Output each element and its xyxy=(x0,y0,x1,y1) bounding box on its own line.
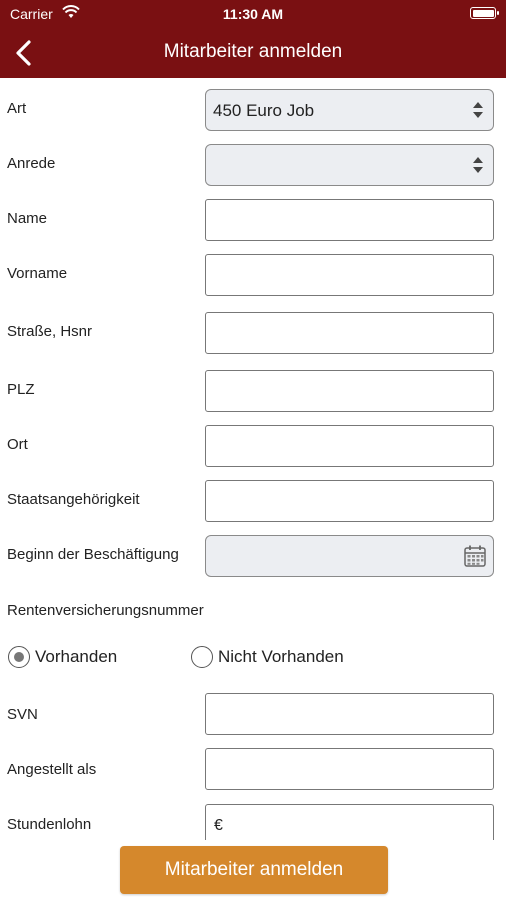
plz-label: PLZ xyxy=(7,381,35,398)
radio-nicht-vorhanden-circle[interactable] xyxy=(191,646,213,668)
plz-input[interactable] xyxy=(205,370,494,412)
strasse-label: Straße, Hsnr xyxy=(7,323,93,340)
calendar-icon[interactable] xyxy=(463,544,487,568)
stundenlohn-input[interactable]: € xyxy=(205,804,494,840)
staatsangehoerigkeit-input[interactable] xyxy=(205,480,494,522)
nav-bar: Mitarbeiter anmelden xyxy=(0,28,506,78)
name-label: Name xyxy=(7,210,48,227)
radio-vorhanden[interactable]: Vorhanden xyxy=(8,645,148,669)
status-time: 11:30 AM xyxy=(222,6,284,22)
beginn-label: Beginn der Beschäftigung xyxy=(7,546,179,563)
art-select-value: 450 Euro Job xyxy=(213,101,315,120)
ort-label: Ort xyxy=(7,436,28,453)
anrede-select[interactable] xyxy=(205,144,494,186)
art-label: Art xyxy=(7,100,27,117)
status-bar: Carrier 11:30 AM xyxy=(0,0,506,28)
radio-vorhanden-label: Vorhanden xyxy=(35,647,118,666)
rentenversicherung-heading: Rentenversicherungsnummer xyxy=(7,602,204,619)
anrede-label: Anrede xyxy=(7,155,56,172)
art-select[interactable]: 450 Euro Job xyxy=(205,89,494,131)
angestellt-input[interactable] xyxy=(205,748,494,790)
submit-button[interactable]: Mitarbeiter anmelden xyxy=(120,846,388,894)
radio-vorhanden-circle[interactable] xyxy=(8,646,30,668)
battery-icon xyxy=(470,7,499,19)
vorname-label: Vorname xyxy=(7,265,68,282)
radio-nicht-vorhanden-label: Nicht Vorhanden xyxy=(218,647,344,666)
radio-nicht-vorhanden[interactable]: Nicht Vorhanden xyxy=(191,645,381,669)
beginn-date-picker[interactable] xyxy=(205,535,494,577)
page-title: Mitarbeiter anmelden xyxy=(163,41,343,62)
vorname-input[interactable] xyxy=(205,254,494,296)
ort-input[interactable] xyxy=(205,425,494,467)
name-input[interactable] xyxy=(205,199,494,241)
staatsangehoerigkeit-label: Staatsangehörigkeit xyxy=(7,491,140,508)
select-arrows-icon xyxy=(473,102,483,118)
select-arrows-icon xyxy=(473,157,483,173)
strasse-input[interactable] xyxy=(205,312,494,354)
stundenlohn-label: Stundenlohn xyxy=(7,816,92,833)
euro-prefix: € xyxy=(214,817,223,834)
angestellt-label: Angestellt als xyxy=(7,761,97,778)
svn-input[interactable] xyxy=(205,693,494,735)
svn-label: SVN xyxy=(7,706,38,723)
